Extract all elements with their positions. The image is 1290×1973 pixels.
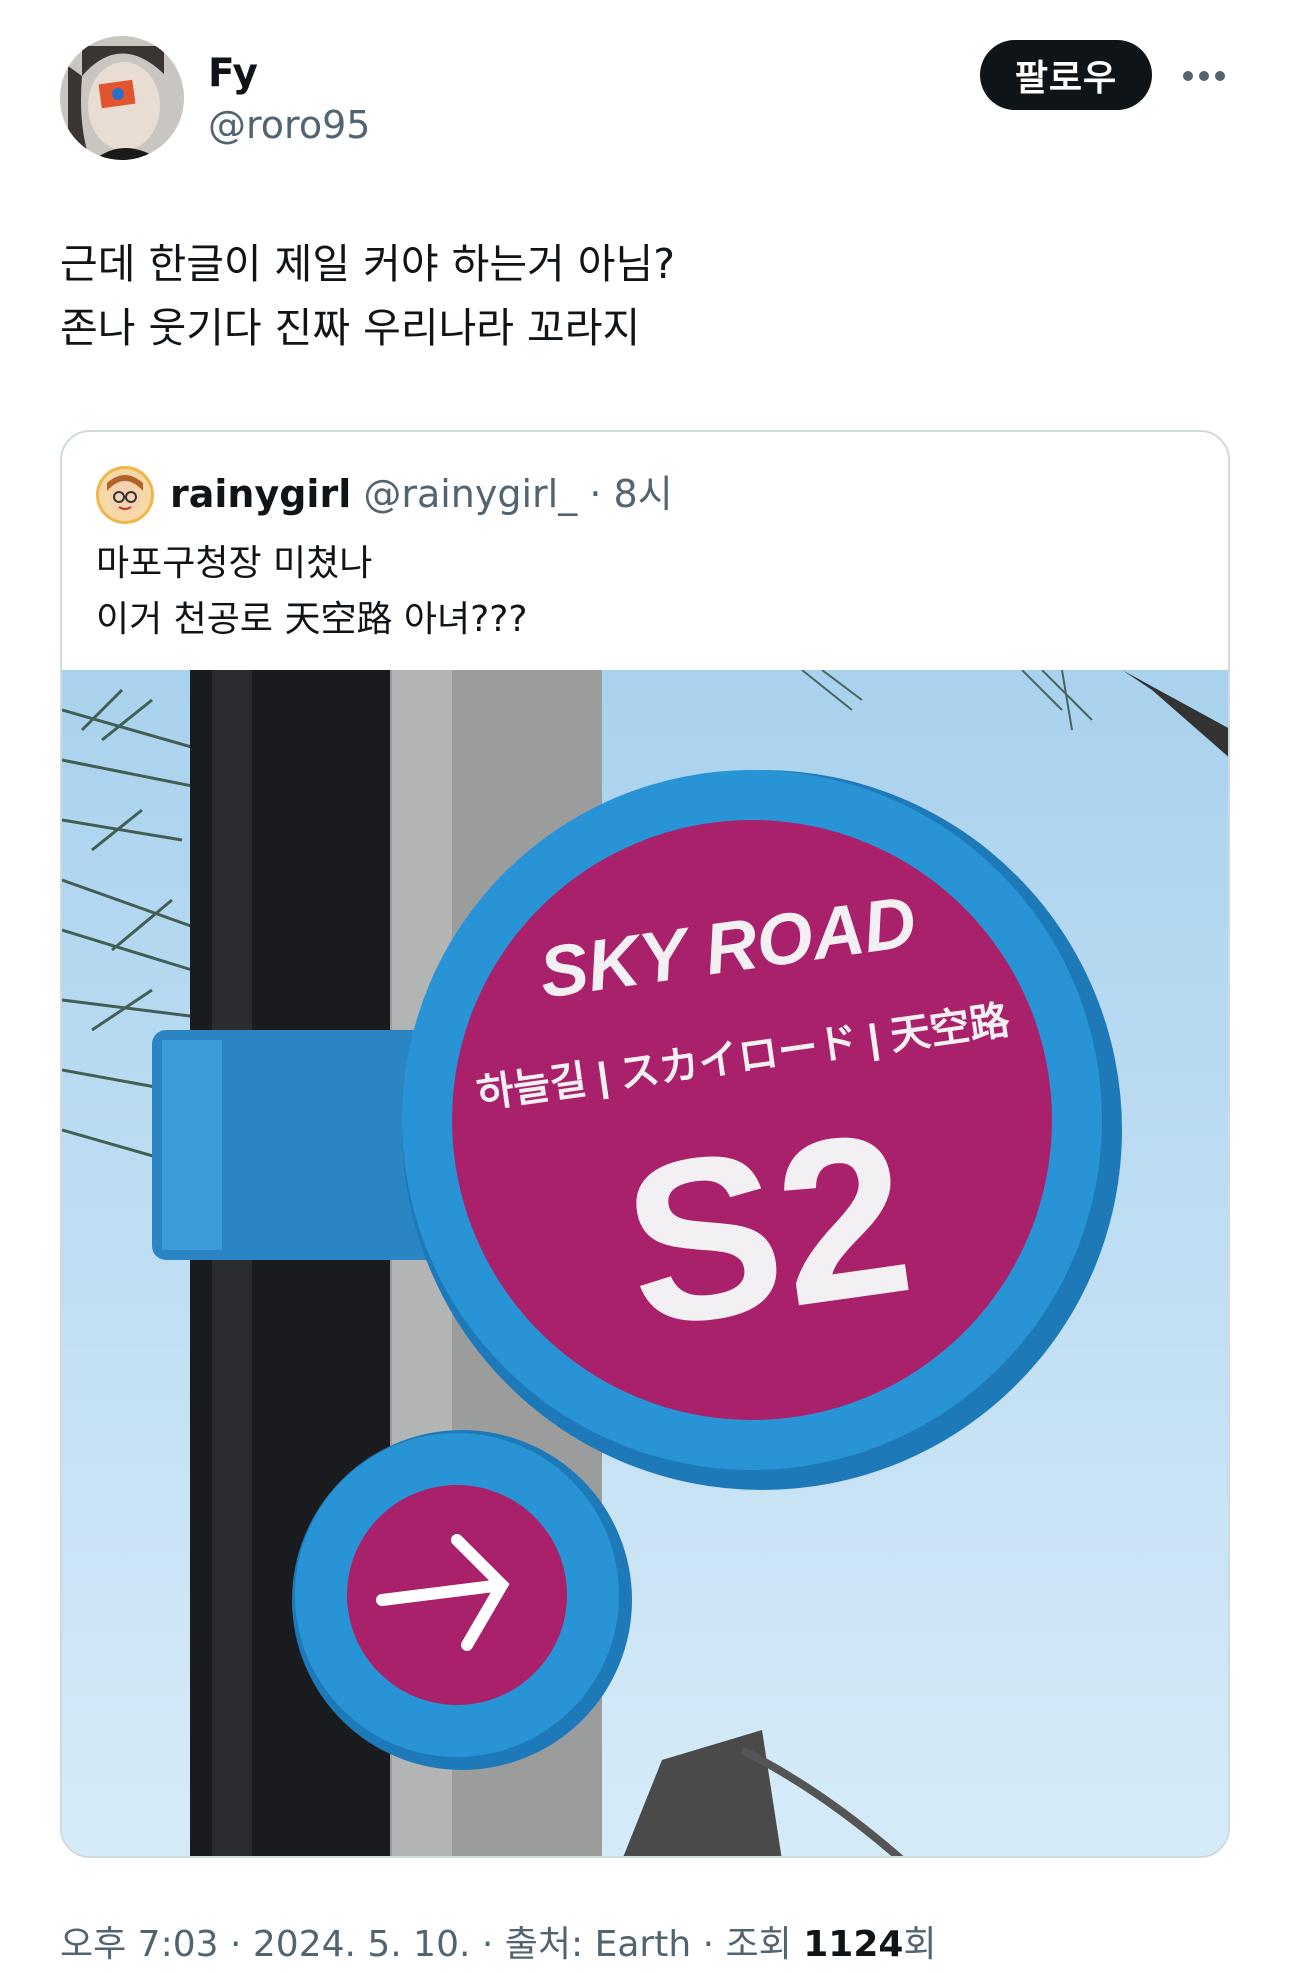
quoted-tweet-time[interactable]: 8시 bbox=[614, 472, 673, 516]
meta-separator: · bbox=[589, 472, 602, 516]
views-label: 조회 bbox=[725, 1924, 792, 1965]
author-display-name[interactable]: Fy bbox=[208, 48, 258, 100]
quoted-tweet-header: rainygirl @rainygirl_ · 8시 bbox=[170, 468, 673, 520]
views-count[interactable]: 1124 bbox=[803, 1924, 903, 1965]
post-time[interactable]: 오후 7:03 bbox=[60, 1924, 219, 1965]
meta-separator: · bbox=[481, 1924, 494, 1965]
author-handle[interactable]: @roro95 bbox=[208, 100, 370, 150]
follow-button[interactable]: 팔로우 bbox=[980, 40, 1152, 110]
meta-separator: · bbox=[702, 1924, 715, 1965]
quoted-tweet-photo[interactable]: SKY ROAD 하늘길 | スカイロード | 天空路 S2 bbox=[62, 669, 1228, 1856]
quoted-author-handle[interactable]: @rainygirl_ bbox=[363, 472, 577, 516]
quoted-tweet-card[interactable]: rainygirl @rainygirl_ · 8시 마포구청장 미쳤나 이거 … bbox=[60, 430, 1230, 1858]
post-date[interactable]: 2024. 5. 10. bbox=[253, 1924, 471, 1965]
author-avatar[interactable] bbox=[60, 36, 184, 160]
quoted-author-avatar[interactable] bbox=[96, 466, 154, 524]
tweet-text: 근데 한글이 제일 커야 하는거 아님? 존나 웃기다 진짜 우리나라 꼬라지 bbox=[60, 240, 676, 352]
quoted-author-display-name[interactable]: rainygirl bbox=[170, 472, 351, 516]
quoted-tweet-text: 마포구청장 미쳤나 이거 천공로 天空路 아녀??? bbox=[96, 543, 528, 640]
tweet-footer: 오후 7:03 · 2024. 5. 10. · 출처: Earth · 조회 … bbox=[60, 1920, 937, 1970]
post-source: 출처: Earth bbox=[504, 1924, 692, 1965]
sign-code: S2 bbox=[610, 1083, 924, 1377]
views-suffix: 회 bbox=[903, 1924, 937, 1965]
meta-separator: · bbox=[229, 1924, 242, 1965]
more-options-icon[interactable] bbox=[1180, 52, 1228, 100]
